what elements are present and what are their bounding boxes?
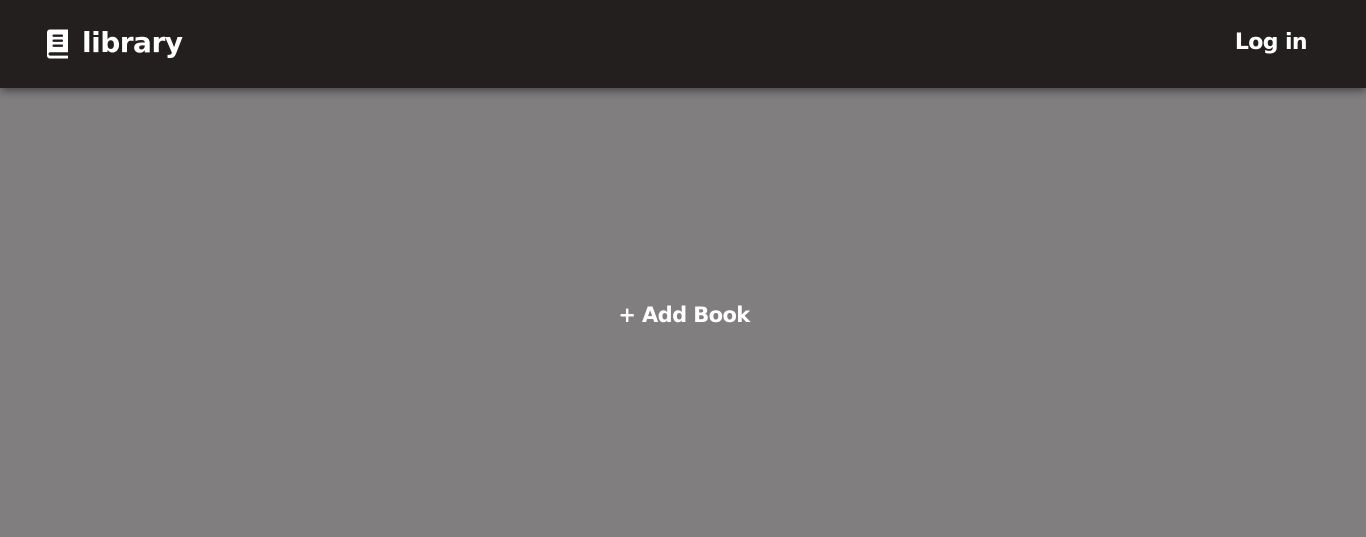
app-title: library (82, 26, 183, 59)
book-library-main-area: + Add Book (0, 88, 1366, 537)
login-link[interactable]: Log in (1235, 30, 1308, 56)
add-book-button[interactable]: + Add Book (618, 301, 750, 329)
library-home-link[interactable]: library (44, 24, 183, 64)
book-icon (44, 29, 70, 59)
top-navigation-bar: library Log in (0, 0, 1366, 88)
